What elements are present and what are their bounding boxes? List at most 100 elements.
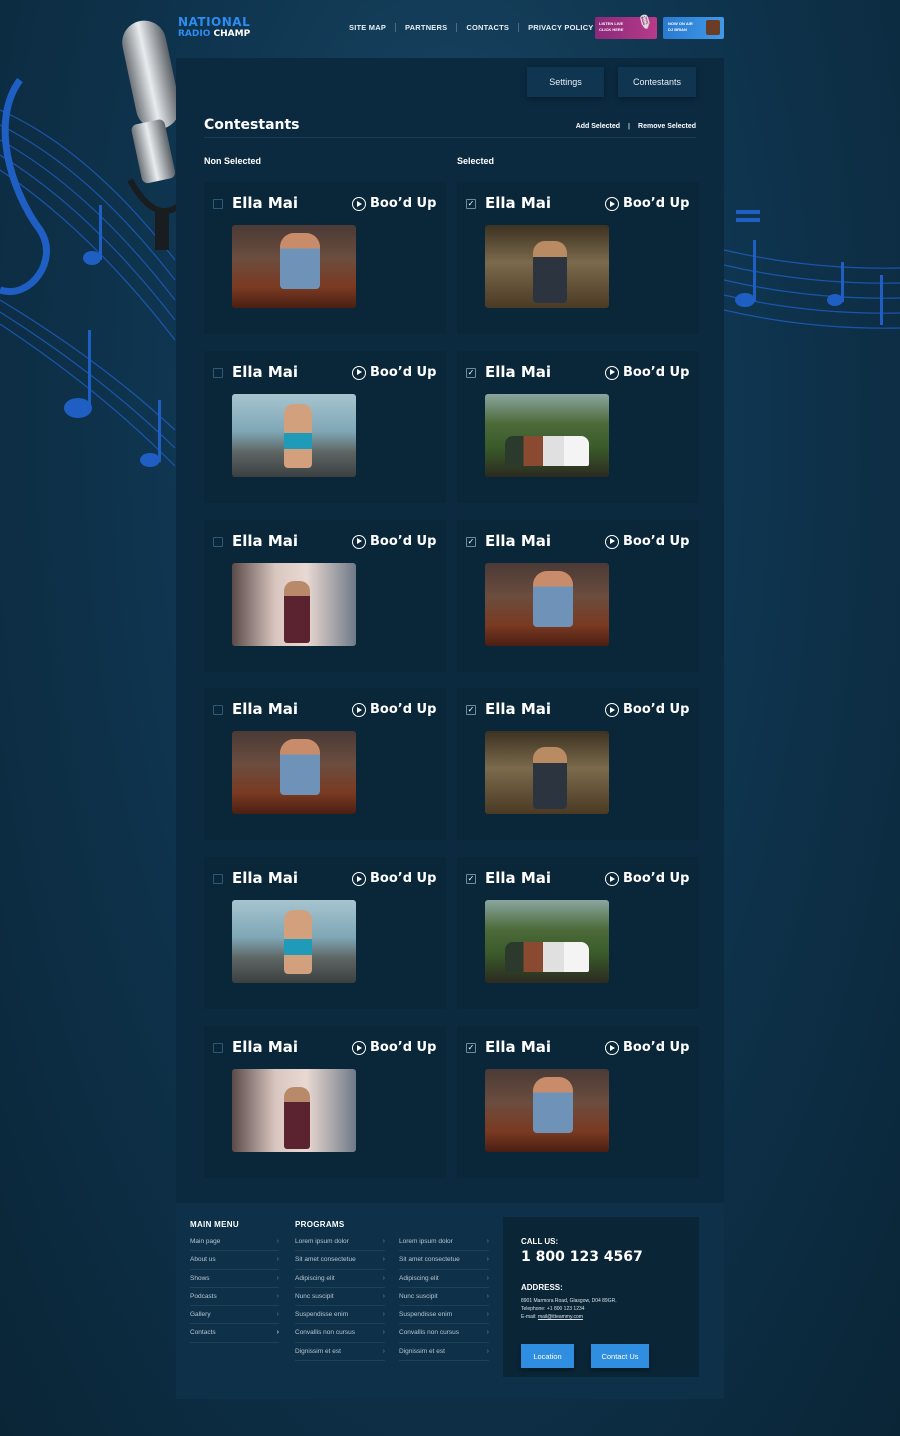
play-icon[interactable] [605,534,619,549]
footer-link[interactable]: Suspendisse enim › [399,1306,489,1325]
footer-link[interactable]: Lorem ipsum dolor › [399,1233,489,1252]
chevron-right-icon: › [276,1256,279,1264]
footer-link[interactable]: Gallery › [190,1306,279,1325]
contestant-photo [485,225,609,308]
select-checkbox[interactable]: ✓ [466,367,476,378]
footer-link[interactable]: Convallis non cursus › [399,1324,489,1343]
chevron-right-icon: › [276,1292,279,1300]
location-button[interactable]: Location [521,1344,574,1368]
contestant-card[interactable]: Ella Mai Boo’d Up [204,688,446,841]
footer-link[interactable]: Podcasts › [190,1288,279,1307]
email-line: E-mail: mail@itteammy.com [521,1314,583,1320]
play-icon[interactable] [352,534,366,549]
footer-link[interactable]: Convallis non cursus › [295,1324,385,1343]
play-icon[interactable] [352,1041,366,1055]
footer-link[interactable]: Main page › [190,1233,279,1252]
select-checkbox[interactable] [213,199,223,209]
contestant-photo [232,225,356,308]
song-title: Boo’d Up [370,702,437,718]
add-selected-link[interactable]: Add Selected [576,123,620,130]
chevron-right-icon: › [276,1329,279,1337]
nav-contacts[interactable]: CONTACTS [456,23,518,32]
contestant-card[interactable]: ✓ Ella Mai Boo’d Up [457,182,699,334]
contestant-name: Ella Mai [232,869,299,888]
play-icon[interactable] [605,365,619,380]
footer-link[interactable]: Adipiscing elit › [399,1270,489,1288]
contestant-card[interactable]: Ella Mai Boo’d Up [204,519,446,672]
play-icon[interactable] [352,365,366,380]
contestant-photo [232,393,356,477]
contestant-card[interactable]: Ella Mai Boo’d Up [204,857,446,1010]
site-logo[interactable]: NATIONAL RADIO CHAMP [178,16,250,40]
play-icon[interactable] [352,703,366,718]
contestant-card[interactable]: ✓ Ella Mai Boo’d Up [457,350,699,503]
remove-selected-link[interactable]: Remove Selected [638,123,696,130]
address-text: 8901 Marmora Road, Glasgow, D04 89GR. [521,1298,617,1304]
footer-link[interactable]: Shows › [190,1270,279,1288]
footer-link[interactable]: Sit amet consectetue › [295,1251,385,1270]
phone-number[interactable]: 1 800 123 4567 [521,1249,643,1265]
contestant-card[interactable]: ✓ Ella Mai Boo’d Up [457,688,699,841]
selected-heading: Selected [457,156,495,166]
play-icon[interactable] [352,872,366,887]
select-checkbox[interactable] [213,705,223,716]
now-on-air-badge[interactable]: NOW ON AIR DJ BRIAN [663,17,724,39]
main-menu-list: Main page › About us › Shows › Podcasts › Galler… [190,1233,279,1343]
song-title: Boo’d Up [623,533,690,549]
select-checkbox[interactable]: ✓ [466,874,476,885]
contact-us-button[interactable]: Contact Us [591,1344,649,1368]
song-title: Boo’d Up [623,196,690,211]
select-checkbox[interactable]: ✓ [466,536,476,547]
contestants-panel: Settings Contestants Contestants Add Sel… [176,58,724,1203]
play-icon[interactable] [605,1041,619,1055]
select-checkbox[interactable] [213,874,223,885]
site-footer: MAIN MENU PROGRAMS Main page › About us › Sh… [176,1203,724,1399]
contestant-photo [485,562,609,646]
email-link[interactable]: mail@itteammy.com [538,1314,583,1320]
select-checkbox[interactable] [213,367,223,378]
contestants-button[interactable]: Contestants [618,67,696,97]
chevron-right-icon: › [486,1329,489,1337]
select-checkbox[interactable]: ✓ [466,1043,476,1053]
footer-link[interactable]: Nunc suscipit › [295,1288,385,1307]
song-title: Boo’d Up [370,364,437,380]
settings-button[interactable]: Settings [527,67,604,97]
dj-avatar [706,20,720,35]
song-title: Boo’d Up [370,533,437,549]
nav-site-map[interactable]: SITE MAP [340,23,395,32]
footer-link[interactable]: Adipiscing elit › [295,1270,385,1288]
contestant-card[interactable]: ✓ Ella Mai Boo’d Up [457,857,699,1010]
select-checkbox[interactable] [213,536,223,547]
footer-link[interactable]: Nunc suscipit › [399,1288,489,1307]
select-checkbox[interactable] [213,1043,223,1053]
contestant-card[interactable]: ✓ Ella Mai Boo’d Up [457,519,699,672]
footer-link[interactable]: Dignissim et est › [295,1343,385,1362]
contestant-card[interactable]: Ella Mai Boo’d Up [204,350,446,503]
nav-privacy-policy[interactable]: PRIVACY POLICY [518,23,602,32]
contestant-name: Ella Mai [485,1038,552,1056]
chevron-right-icon: › [486,1311,489,1319]
footer-link[interactable]: Suspendisse enim › [295,1306,385,1325]
chevron-right-icon: › [276,1274,279,1282]
footer-link[interactable]: About us › [190,1251,279,1270]
play-icon[interactable] [605,872,619,887]
play-icon[interactable] [605,197,619,211]
contestant-card[interactable]: ✓ Ella Mai Boo’d Up [457,1026,699,1178]
footer-link[interactable]: Sit amet consectetue › [399,1251,489,1270]
main-menu-heading: MAIN MENU [190,1220,239,1229]
chevron-right-icon: › [382,1311,385,1319]
footer-link[interactable]: Contacts › [190,1324,279,1343]
footer-link[interactable]: Dignissim et est › [399,1343,489,1362]
select-checkbox[interactable]: ✓ [466,199,476,209]
song-title: Boo’d Up [623,702,690,718]
contestant-card[interactable]: Ella Mai Boo’d Up [204,1026,446,1178]
footer-link[interactable]: Lorem ipsum dolor › [295,1233,385,1252]
song-title: Boo’d Up [623,364,690,380]
play-icon[interactable] [605,703,619,718]
select-checkbox[interactable]: ✓ [466,705,476,716]
nav-partners[interactable]: PARTNERS [395,23,456,32]
contestant-card[interactable]: Ella Mai Boo’d Up [204,182,446,334]
play-icon[interactable] [352,197,366,211]
listen-live-badge[interactable]: LISTEN LIVE CLICK HERE 🎙 [595,15,657,39]
chevron-right-icon: › [486,1292,489,1300]
